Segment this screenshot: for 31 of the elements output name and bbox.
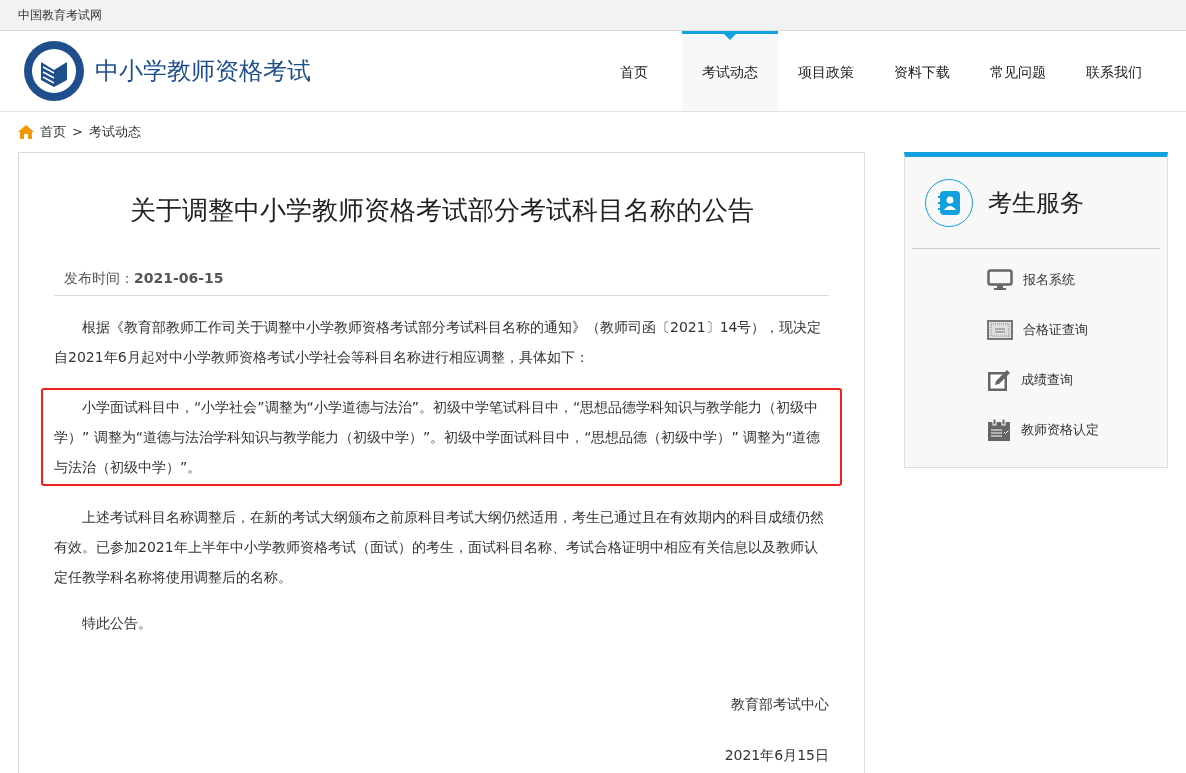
nav-tab[interactable]: 常见问题 (970, 31, 1066, 111)
monitor-icon (987, 269, 1013, 291)
home-icon (18, 125, 34, 139)
service-link[interactable]: 合格证查询 (987, 317, 1160, 343)
site-title: 中小学教师资格考试 (95, 56, 311, 87)
calendar-icon (987, 418, 1011, 442)
logo-icon[interactable] (23, 40, 85, 102)
site-name[interactable]: 中国教育考试网 (18, 6, 102, 24)
tab-pointer-icon (724, 34, 736, 40)
breadcrumb-separator: > (72, 123, 83, 142)
breadcrumb-link[interactable]: 首页 (40, 122, 66, 142)
service-link[interactable]: 教师资格认定 (987, 417, 1160, 443)
nav-tab[interactable]: 项目政策 (778, 31, 874, 111)
nav-tab[interactable]: 资料下载 (874, 31, 970, 111)
article-title: 关于调整中小学教师资格考试部分考试科目名称的公告 (128, 194, 755, 227)
article-date: 2021年6月15日 (724, 746, 829, 765)
paragraph: 上述考试科目名称调整后，在新的考试大纲颁布之前原科目考试大纲仍然适用，考生已通过且在有效期内的科目成绩仍然有效。已参加2021年上半年中小学教师资格考试（面试）的考生，面试科目名称、考试合格证明中相应有关信息以及教师认定任教学科名称将使用调整后的名称。 (54, 508, 825, 587)
nav-tab[interactable]: 联系我们 (1066, 31, 1162, 111)
publish-date: 发布时间：2021-06-15 (64, 269, 225, 288)
signature: 教育部考试中心 (731, 695, 829, 714)
sidebar-title: 考生服务 (988, 187, 1084, 219)
breadcrumb-current[interactable]: 考试动态 (88, 122, 141, 142)
highlighted-paragraph: 小学面试科目中，“小学社会”调整为“小学道德与法治”。初级中学笔试科目中，“思想品德学科知识与教学能力（初级中学）” 调整为“道德与法治学科知识与教学能力（初级中学）”。初级中学面试科目中，“思想品德（初级中学）” 调整为“道德与法治（初级中学）”。 (41, 388, 842, 486)
certificate-icon (987, 320, 1013, 340)
paragraph: 根据《教育部教师工作司关于调整中小学教师资格考试部分考试科目名称的通知》（教师司函〔2021〕14号），现决定自2021年6月起对中小学教师资格考试小学社会等科目名称进行相应调整，具体如下： (54, 318, 823, 367)
service-link[interactable]: 报名系统 (987, 267, 1160, 293)
paragraph: 特此公告。 (81, 614, 153, 633)
nav-tab[interactable]: 首页 (586, 31, 682, 111)
nav-tab[interactable]: 考试动态 (682, 31, 778, 111)
edit-icon (987, 368, 1011, 392)
service-link[interactable]: 成绩查询 (987, 367, 1160, 393)
